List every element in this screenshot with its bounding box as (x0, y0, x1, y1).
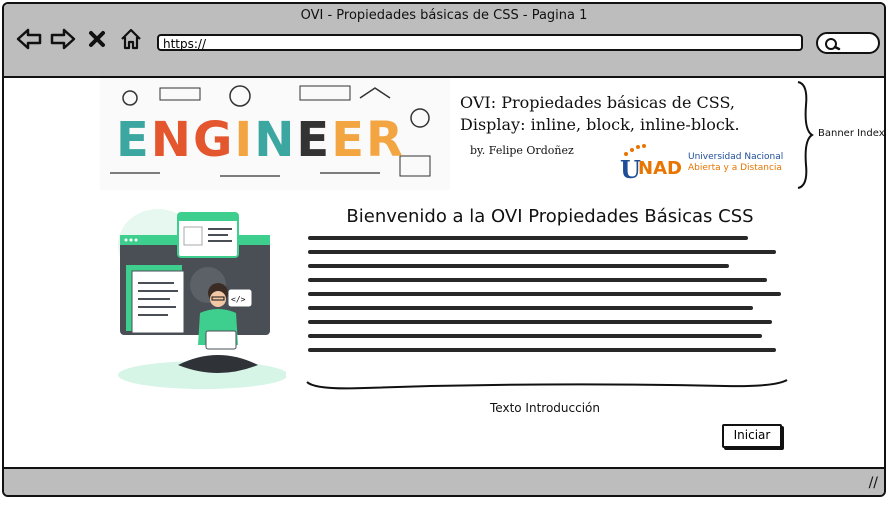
text-line (308, 320, 772, 324)
intro-text-label: Texto Introducción (490, 401, 600, 415)
close-icon[interactable] (84, 26, 110, 52)
nav-controls (16, 26, 144, 52)
text-line (308, 348, 777, 352)
text-line (308, 306, 753, 310)
text-line (308, 278, 767, 282)
svg-text:</>: </> (231, 295, 246, 304)
window-title: OVI - Propiedades básicas de CSS - Pagin… (300, 8, 588, 23)
back-arrow-icon[interactable] (16, 26, 42, 52)
intro-text-placeholder (308, 236, 786, 362)
developer-laptop-icon: </> (118, 209, 288, 389)
welcome-heading: Bienvenido a la OVI Propiedades Básicas … (346, 206, 754, 227)
title-bar: OVI - Propiedades básicas de CSS - Pagin… (4, 4, 884, 78)
text-line (308, 236, 748, 240)
underline-brace-icon (306, 379, 788, 390)
banner-engineer-image: ENGINEER (100, 78, 450, 190)
start-button[interactable]: Iniciar (722, 424, 782, 448)
text-line (308, 264, 729, 268)
text-line (308, 334, 763, 338)
address-bar[interactable]: https:// (157, 34, 803, 51)
institution-name-line2: Abierta y a Distancia (688, 163, 782, 173)
banner-title: OVI: Propiedades básicas de CSS, Display… (460, 93, 740, 134)
unad-emblem-icon: U NAD (620, 144, 682, 184)
unad-logo: U NAD Universidad Nacional Abierta y a D… (618, 142, 788, 186)
text-line (308, 292, 782, 296)
developer-illustration: </> (108, 205, 288, 395)
search-icon (825, 38, 841, 51)
text-line (308, 250, 777, 254)
curly-brace-icon (797, 81, 814, 189)
home-icon[interactable] (118, 26, 144, 52)
banner-index-label: Banner Index (818, 128, 885, 139)
institution-name-line1: Universidad Nacional (688, 152, 784, 162)
status-bar: // (4, 467, 884, 495)
engineer-wordmark: ENGINEER (116, 112, 405, 168)
search-field[interactable] (816, 32, 880, 54)
author-byline: by. Felipe Ordoñez (470, 144, 574, 157)
forward-arrow-icon[interactable] (50, 26, 76, 52)
svg-text:NAD: NAD (638, 158, 682, 179)
resize-grip-icon[interactable]: // (869, 475, 878, 491)
